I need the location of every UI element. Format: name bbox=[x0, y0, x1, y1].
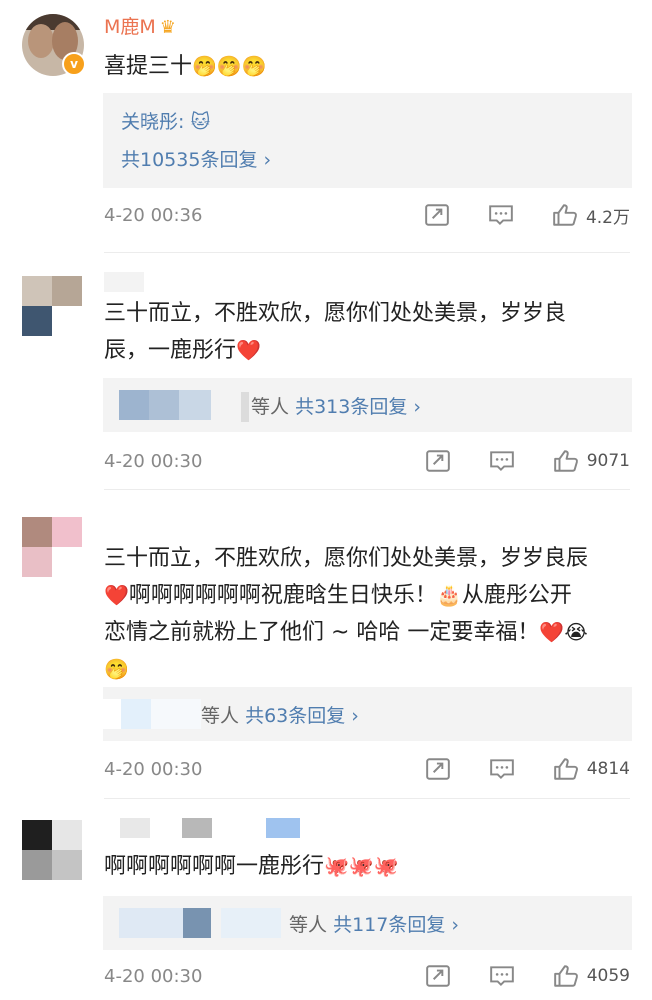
reply-avatars-blurred bbox=[119, 908, 183, 938]
reply-avatar-blurred bbox=[121, 699, 151, 729]
octopus-emoji-icon: 🐙🐙🐙 bbox=[324, 854, 399, 878]
like-icon[interactable] bbox=[552, 202, 578, 228]
reply-author[interactable]: 关晓彤: bbox=[121, 111, 184, 133]
heart-emoji-icon: ❤️ bbox=[236, 338, 261, 362]
like-count: 4059 bbox=[586, 966, 630, 986]
reply-preview[interactable]: 等人 共63条回复 › bbox=[103, 687, 632, 741]
emoji-icon: 🤭 bbox=[104, 657, 129, 681]
reply-preview-line: 关晓彤: 🐱 bbox=[121, 107, 210, 134]
chevron-right-icon: › bbox=[413, 396, 421, 418]
reply-avatars-blurred bbox=[119, 390, 149, 420]
reply-count-link[interactable]: 共63条回复 bbox=[245, 705, 345, 727]
crown-icon: ♛ bbox=[159, 17, 176, 38]
reply-name-blurred bbox=[241, 392, 249, 422]
username-blurred bbox=[266, 818, 300, 838]
reply-summary[interactable]: 等人 共63条回复 › bbox=[201, 701, 359, 728]
reply-avatar-blurred bbox=[183, 908, 211, 938]
share-icon[interactable] bbox=[425, 963, 451, 989]
comment-icon[interactable] bbox=[489, 448, 515, 474]
reply-avatars-blurred bbox=[103, 699, 121, 729]
comment-text: 喜提三十🤭🤭🤭 bbox=[104, 54, 267, 79]
avatar[interactable] bbox=[22, 517, 84, 579]
reply-count-link[interactable]: 共313条回复 bbox=[295, 396, 407, 418]
share-icon[interactable] bbox=[424, 202, 450, 228]
like-icon[interactable] bbox=[553, 963, 579, 989]
comment-icon[interactable] bbox=[489, 756, 515, 782]
crying-emoji-icon: 😭 bbox=[564, 620, 588, 644]
avatar[interactable] bbox=[22, 820, 84, 882]
reply-avatar-blurred bbox=[149, 390, 179, 420]
cake-emoji-icon: 🎂 bbox=[436, 583, 462, 607]
like-icon[interactable] bbox=[553, 448, 579, 474]
timestamp: 4-20 00:30 bbox=[104, 451, 203, 472]
comment-icon[interactable] bbox=[489, 963, 515, 989]
like-count: 4.2万 bbox=[585, 207, 630, 228]
comment-item: 三十而立，不胜欢欣，愿你们处处美景，岁岁良 辰，一鹿彤行❤️ 等人 共313条回… bbox=[0, 252, 652, 487]
username-blurred[interactable] bbox=[104, 272, 144, 292]
heart-emoji-icon: ❤️ bbox=[104, 583, 129, 607]
reply-avatar-blurred bbox=[151, 699, 201, 729]
reply-preview[interactable]: 等人 共117条回复 › bbox=[103, 896, 632, 950]
verified-badge-icon: v bbox=[62, 52, 86, 76]
chevron-right-icon: › bbox=[351, 705, 359, 727]
comment-text: 啊啊啊啊啊啊一鹿彤行🐙🐙🐙 bbox=[104, 854, 399, 879]
like-count: 9071 bbox=[586, 451, 630, 471]
like-count: 4814 bbox=[586, 759, 630, 779]
reply-summary[interactable]: 等人 共117条回复 › bbox=[289, 910, 459, 937]
timestamp: 4-20 00:30 bbox=[104, 966, 203, 987]
heart-emoji-icon: ❤️ bbox=[539, 620, 565, 644]
reply-count-link[interactable]: 共117条回复 bbox=[333, 914, 445, 936]
like-icon[interactable] bbox=[553, 756, 579, 782]
comment-icon[interactable] bbox=[488, 202, 514, 228]
timestamp: 4-20 00:36 bbox=[104, 205, 203, 226]
timestamp: 4-20 00:30 bbox=[104, 759, 203, 780]
reply-summary[interactable]: 等人 共313条回复 › bbox=[251, 392, 421, 419]
comment-item: 三十而立，不胜欢欣，愿你们处处美景，岁岁良辰 ❤️啊啊啊啊啊啊祝鹿晗生日快乐！🎂… bbox=[0, 489, 652, 799]
comment-item: 啊啊啊啊啊啊一鹿彤行🐙🐙🐙 等人 共117条回复 › 4-20 00:30 40… bbox=[0, 798, 652, 1000]
comment-item: v M鹿M ♛ 喜提三十🤭🤭🤭 关晓彤: 🐱 共10535条回复 › 4-20 0… bbox=[0, 0, 652, 240]
username-blurred bbox=[182, 818, 212, 838]
reply-avatar-blurred bbox=[179, 390, 211, 420]
emoji-icon: 🤭🤭🤭 bbox=[192, 54, 267, 78]
avatar[interactable] bbox=[22, 276, 84, 338]
comment-text: 三十而立，不胜欢欣，愿你们处处美景，岁岁良辰 ❤️啊啊啊啊啊啊祝鹿晗生日快乐！🎂… bbox=[104, 546, 589, 681]
reply-preview[interactable]: 等人 共313条回复 › bbox=[103, 378, 632, 432]
reply-name-blurred bbox=[221, 908, 281, 938]
username[interactable]: M鹿M ♛ bbox=[104, 12, 176, 39]
reply-preview[interactable]: 关晓彤: 🐱 共10535条回复 › bbox=[103, 93, 632, 188]
share-icon[interactable] bbox=[425, 756, 451, 782]
comment-text: 三十而立，不胜欢欣，愿你们处处美景，岁岁良 辰，一鹿彤行❤️ bbox=[104, 301, 567, 363]
chevron-right-icon: › bbox=[263, 149, 272, 171]
username-blurred[interactable] bbox=[120, 818, 150, 838]
share-icon[interactable] bbox=[425, 448, 451, 474]
cat-emoji-icon: 🐱 bbox=[190, 111, 211, 133]
chevron-right-icon: › bbox=[451, 914, 459, 936]
reply-count-link[interactable]: 共10535条回复 › bbox=[121, 145, 271, 172]
